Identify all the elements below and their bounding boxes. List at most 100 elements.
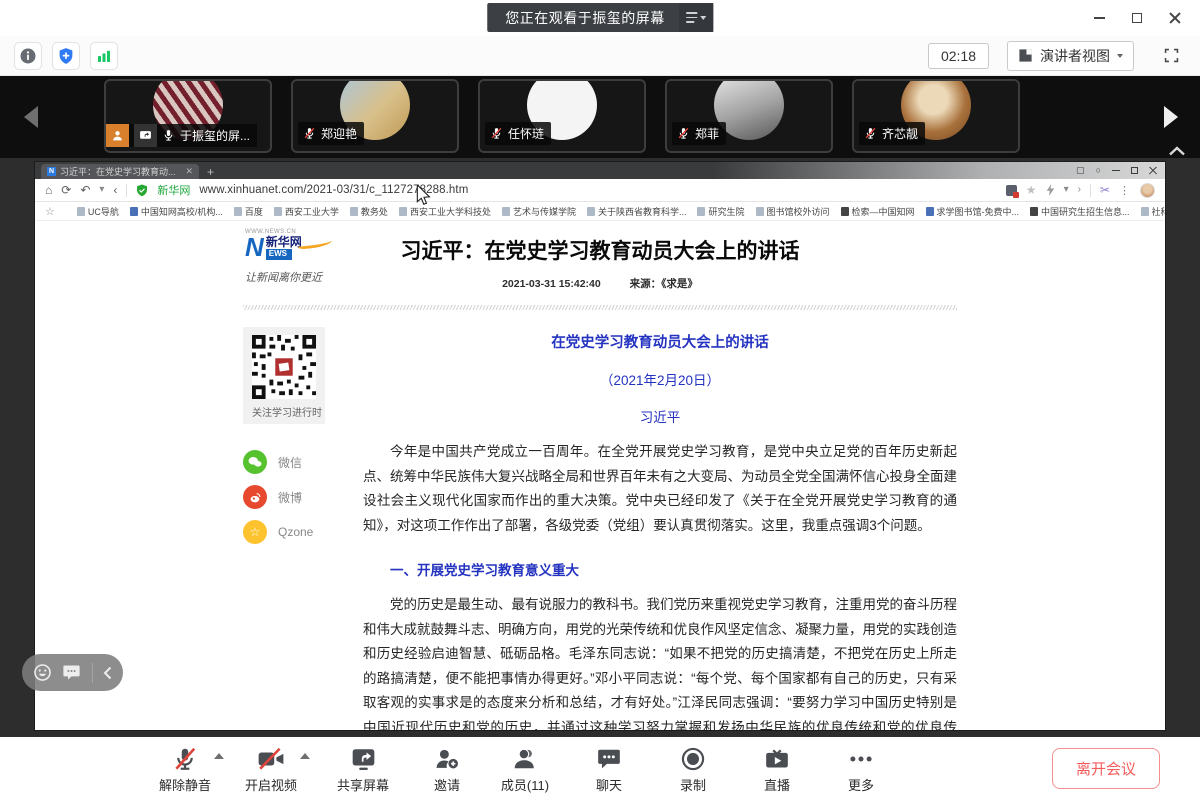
scroll-right-button[interactable] <box>1164 106 1178 128</box>
site-safety-shield-icon[interactable] <box>136 184 148 197</box>
minimize-button[interactable] <box>1084 5 1114 31</box>
bookmark-item[interactable]: 中国研究生招生信息... <box>1030 205 1130 218</box>
banner-menu-button[interactable] <box>679 3 713 32</box>
article-text-column: 在党史学习教育动员大会上的讲话 （2021年2月20日） 习近平 今年是中国共产… <box>363 327 957 730</box>
leave-meeting-button[interactable]: 离开会议 <box>1052 748 1160 789</box>
new-tab-button[interactable]: + <box>207 166 214 178</box>
tab-tile-icon[interactable]: ▢ <box>1076 166 1085 175</box>
paragraph: 今年是中国共产党成立一百周年。在全党开展党史学习教育，是党中央立足党的百年历史新… <box>363 440 957 538</box>
scissors-screenshot-icon[interactable]: ✂ <box>1100 183 1110 197</box>
bookmark-item[interactable]: 研究生院 <box>697 205 744 218</box>
chat-button[interactable]: 聊天 <box>572 744 646 794</box>
browser-maximize-button[interactable] <box>1131 167 1138 174</box>
bookmark-item[interactable]: 艺术与传媒学院 <box>502 205 576 218</box>
extension-icon[interactable] <box>1006 185 1017 196</box>
mouse-cursor <box>416 185 431 206</box>
live-tv-icon <box>764 746 790 772</box>
favicon: N <box>47 167 56 176</box>
record-button[interactable]: 录制 <box>656 744 730 794</box>
participant-tile[interactable]: 任怀琏 <box>478 79 646 153</box>
collapse-filmstrip-button[interactable] <box>1168 145 1186 157</box>
bookmark-item[interactable]: 关于陕西省教育科学... <box>587 205 687 218</box>
meeting-bottom-toolbar: 解除静音 开启视频 <box>0 737 1200 800</box>
close-button[interactable] <box>1160 5 1190 31</box>
refresh-icon[interactable]: ⟳ <box>61 184 71 196</box>
info-icon <box>19 47 37 65</box>
bookmarks-bar: ☆ UC导航 中国知网高校/机构... 百度 西安工业大学 教务处 西安工业大学… <box>35 202 1165 221</box>
browser-minimize-button[interactable] <box>1112 170 1120 172</box>
bookmarks-star-icon[interactable]: ☆ <box>45 205 55 218</box>
more-button[interactable]: 更多 <box>824 744 898 794</box>
unmute-button[interactable]: 解除静音 <box>148 744 222 794</box>
share-screen-button[interactable]: 共享屏幕 <box>326 744 400 794</box>
start-video-button[interactable]: 开启视频 <box>234 744 308 794</box>
session-icon[interactable]: ○ <box>1096 166 1101 175</box>
camera-off-icon <box>257 746 285 772</box>
xinhuanet-logo[interactable]: WWW.NEWS.CN N 新华网 EWS 让新闻离你更近 <box>245 229 355 285</box>
view-mode-selector[interactable]: 演讲者视图 <box>1007 41 1134 71</box>
browser-tab[interactable]: N 习近平：在党史学习教育动... ✕ <box>41 164 199 179</box>
participant-filmstrip: 于振玺的屏... 郑迎艳 任怀琏 <box>0 76 1200 158</box>
participant-name: 于振玺的屏... <box>180 127 250 144</box>
browser-tabstrip: N 习近平：在党史学习教育动... ✕ + ▢ ○ <box>35 162 1165 179</box>
bookmark-item[interactable]: 检索—中国知网 <box>841 205 915 218</box>
audio-options-caret[interactable] <box>214 753 224 759</box>
home-icon[interactable]: ⌂ <box>45 184 52 196</box>
fullscreen-button[interactable] <box>1156 41 1186 71</box>
chevron-down-icon[interactable]: ▾ <box>1064 185 1069 195</box>
bookmark-item[interactable]: 教务处 <box>350 205 388 218</box>
hatched-divider <box>243 305 957 310</box>
bookmark-item[interactable]: 西安工业大学 <box>274 205 339 218</box>
security-button[interactable] <box>52 42 80 70</box>
participant-tile[interactable]: 郑迎艳 <box>291 79 459 153</box>
video-options-caret[interactable] <box>300 753 310 759</box>
chevron-down-icon[interactable]: ▾ <box>99 185 104 195</box>
shield-plus-icon <box>57 47 75 65</box>
participant-tile[interactable]: 郑菲 <box>665 79 833 153</box>
forward-arrow-icon[interactable]: › <box>1078 185 1081 195</box>
shared-screen-stage: N 习近平：在党史学习教育动... ✕ + ▢ ○ ⌂ ⟳ ↶ ▾ ‹ <box>0 158 1200 737</box>
share-weibo-button[interactable]: 微博 <box>243 485 363 509</box>
maximize-button[interactable] <box>1122 5 1152 31</box>
browser-menu-icon[interactable]: ⋮ <box>1119 184 1131 197</box>
browser-profile-avatar[interactable] <box>1140 183 1155 198</box>
share-wechat-button[interactable]: 微信 <box>243 450 363 474</box>
chat-icon <box>596 746 622 772</box>
emoji-reaction-button[interactable] <box>33 663 52 682</box>
speech-title: 在党史学习教育动员大会上的讲话 <box>363 331 957 352</box>
bookmark-item[interactable]: 西安工业大学科技处 <box>399 205 491 218</box>
scroll-left-button[interactable] <box>24 106 38 128</box>
back-icon[interactable]: ‹ <box>113 184 117 196</box>
collapse-pill-chevron-left[interactable] <box>103 666 112 680</box>
browser-close-button[interactable] <box>1149 167 1157 175</box>
network-quality-button[interactable] <box>90 42 118 70</box>
share-qzone-button[interactable]: ☆ Qzone <box>243 520 363 544</box>
hamburger-icon <box>686 12 697 23</box>
site-name-label: 新华网 <box>157 182 190 198</box>
bookmark-item[interactable]: 百度 <box>234 205 263 218</box>
bookmark-item[interactable]: 求学图书馆-免费中... <box>926 205 1020 218</box>
meeting-info-button[interactable] <box>14 42 42 70</box>
invite-person-icon <box>434 746 461 772</box>
back-history-icon[interactable]: ↶ <box>80 184 90 196</box>
participant-tile[interactable]: 齐芯靓 <box>852 79 1020 153</box>
bookmark-item[interactable]: 中国知网高校/机构... <box>130 205 223 218</box>
logo-swoosh <box>297 238 332 250</box>
bookmark-item[interactable]: 社科规划 <box>1141 205 1165 218</box>
participant-name: 齐芯靓 <box>882 125 918 142</box>
article-timestamp: 2021-03-31 15:42:40 <box>502 278 601 290</box>
invite-button[interactable]: 邀请 <box>410 744 484 794</box>
captions-chat-button[interactable] <box>62 664 81 681</box>
participant-tile[interactable]: 于振玺的屏... <box>104 79 272 153</box>
bookmark-item[interactable]: UC导航 <box>77 205 119 218</box>
lightning-icon[interactable] <box>1046 184 1055 196</box>
bookmark-item[interactable]: 图书馆校外访问 <box>756 205 830 218</box>
qr-caption: 关注学习进行时 <box>252 404 316 419</box>
members-button[interactable]: 成员(11) <box>488 744 562 794</box>
live-stream-button[interactable]: 直播 <box>740 744 814 794</box>
view-mode-label: 演讲者视图 <box>1040 46 1110 66</box>
bookmark-star-icon[interactable]: ★ <box>1026 183 1037 197</box>
fullscreen-icon <box>1163 47 1180 64</box>
tab-close-icon[interactable]: ✕ <box>185 166 193 177</box>
qzone-star-icon: ☆ <box>243 520 267 544</box>
